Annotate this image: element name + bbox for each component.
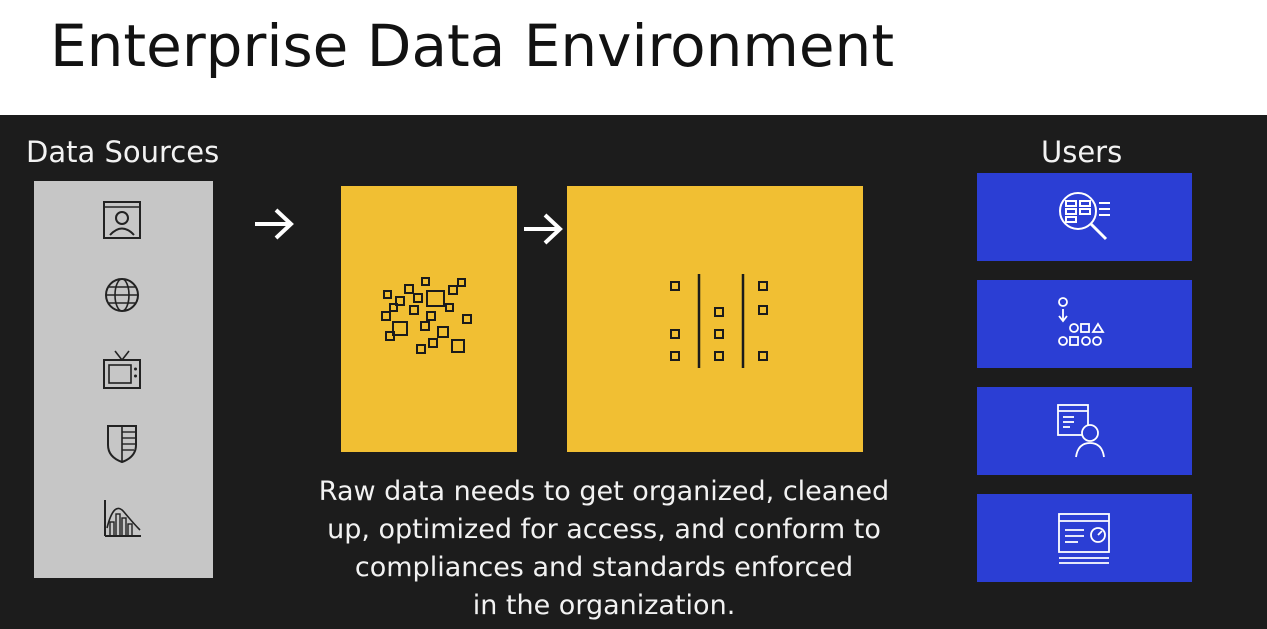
organized-data-columns-icon (670, 274, 768, 368)
diagram-area: Data Sources Users Raw data needs to get… (0, 115, 1267, 629)
data-transformation-icon (1058, 297, 1105, 346)
dashboard-window-icon (1058, 513, 1110, 564)
user-report-icon (1057, 404, 1105, 458)
document-shield-icon (107, 425, 137, 464)
raw-data-box (341, 186, 517, 452)
caption-line-2: up, optimized for access, and conform to (327, 514, 881, 545)
users-heading: Users (1041, 135, 1123, 169)
title-bar: Enterprise Data Environment (0, 0, 1267, 115)
analytics-chart-icon (104, 500, 141, 537)
television-icon (103, 350, 141, 389)
data-sources-heading: Data Sources (26, 135, 220, 169)
right-arrow-icon (524, 213, 563, 245)
user-card-user-report (977, 387, 1192, 475)
data-search-icon (1059, 192, 1110, 241)
organized-data-box (567, 186, 863, 452)
caption-line-1: Raw data needs to get organized, cleaned (318, 476, 890, 507)
scattered-data-points-icon (381, 277, 472, 354)
user-card-data-search (977, 173, 1192, 261)
data-sources-panel (34, 181, 213, 578)
user-card-data-transformation (977, 280, 1192, 368)
globe-icon (105, 278, 139, 312)
caption-line-4: in the organization. (472, 590, 736, 621)
diagram-caption: Raw data needs to get organized, cleaned… (264, 473, 944, 625)
page-title: Enterprise Data Environment (50, 12, 895, 80)
user-profile-icon (103, 201, 141, 239)
right-arrow-icon (255, 208, 294, 240)
user-card-dashboard (977, 494, 1192, 582)
caption-line-3: compliances and standards enforced (354, 552, 854, 583)
